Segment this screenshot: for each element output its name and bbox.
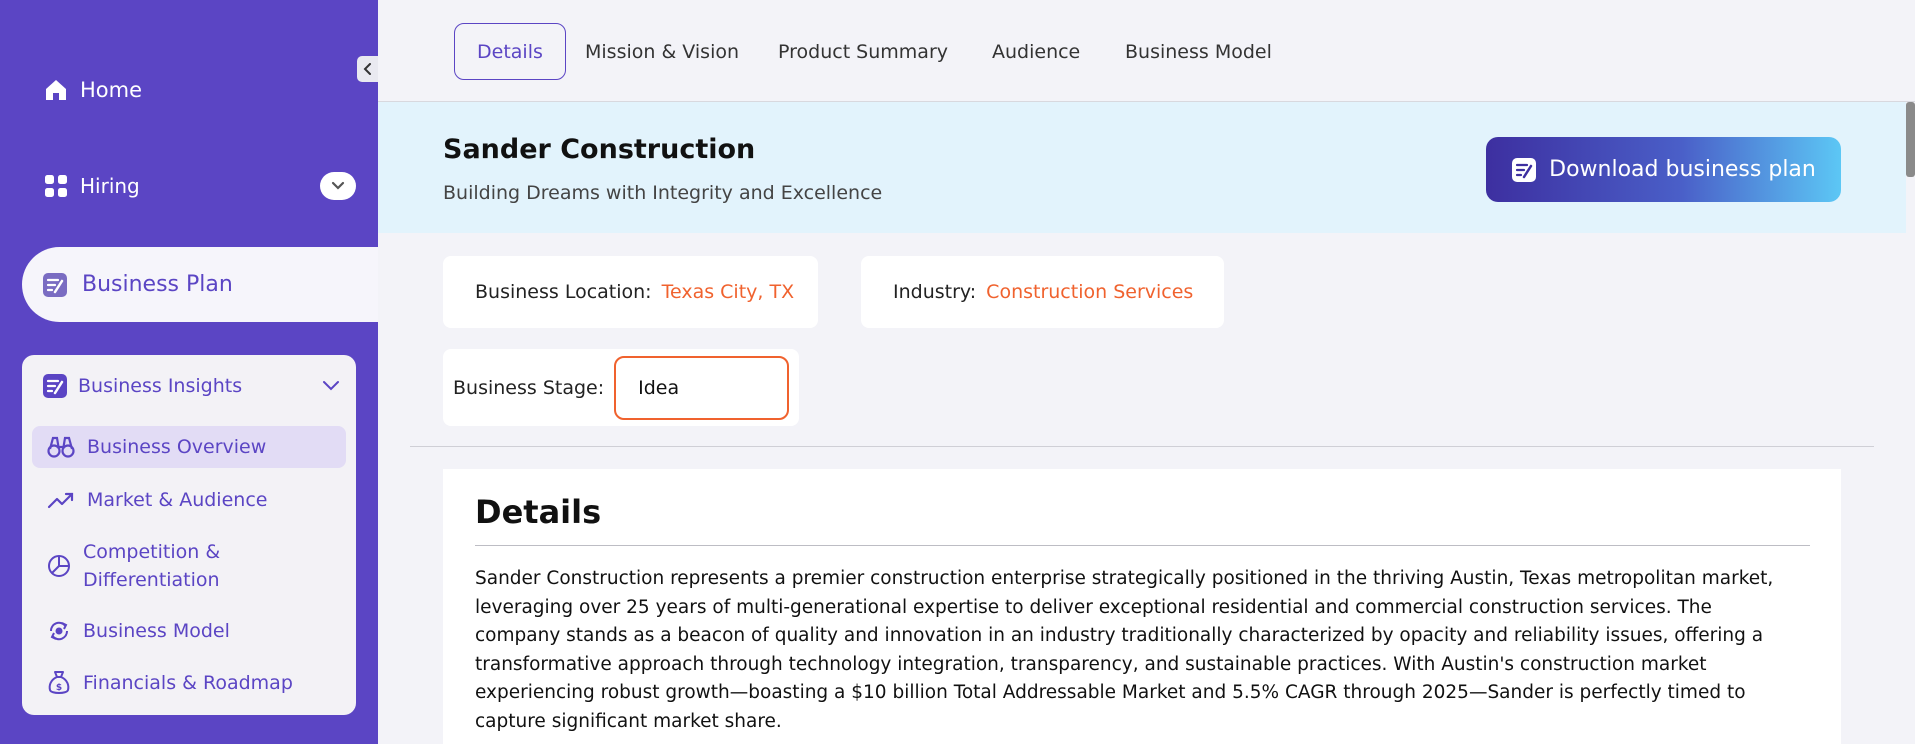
nav-business-plan-label: Business Plan <box>82 272 233 297</box>
sidebar-item-label: Financials & Roadmap <box>83 672 293 694</box>
nav-business-plan[interactable]: Business Plan <box>22 247 378 322</box>
sidebar-item-label: Business Model <box>83 620 230 642</box>
tab-audience[interactable]: Audience <box>992 23 1080 80</box>
business-plan-icon <box>42 272 68 298</box>
details-line: company stands as a beacon of quality an… <box>475 625 1764 646</box>
sidebar-item-label: Business Overview <box>87 436 267 458</box>
business-header-banner: Sander Construction Building Dreams with… <box>378 102 1906 233</box>
business-insights-panel: Business Insights Business Overview Mark… <box>22 355 356 715</box>
industry-label: Industry: <box>893 281 977 303</box>
business-plan-icon <box>42 373 68 399</box>
details-line: capture significant market share. <box>475 710 782 732</box>
business-stage-label: Business Stage: <box>453 376 605 399</box>
tab-business-model[interactable]: Business Model <box>1125 23 1272 80</box>
sidebar-item-label-line1: Competition & <box>83 541 221 563</box>
sidebar-item-label: Competition & Differentiation <box>83 538 220 594</box>
details-line: transformative approach through technolo… <box>475 653 1707 675</box>
tab-mission-vision[interactable]: Mission & Vision <box>585 23 739 80</box>
sidebar-item-competition[interactable]: Competition & Differentiation <box>32 535 346 597</box>
details-line: experiencing robust growth—boasting a $1… <box>475 682 1746 703</box>
sidebar-item-business-model[interactable]: Business Model <box>32 611 346 651</box>
details-line: leveraging over 25 years of multi-genera… <box>475 596 1712 618</box>
industry-card: Industry: Construction Services <box>861 256 1224 328</box>
scrollbar-thumb[interactable] <box>1906 102 1915 177</box>
business-insights-header[interactable]: Business Insights <box>42 373 340 399</box>
chevron-down-icon[interactable] <box>322 380 340 392</box>
svg-text:$: $ <box>56 683 62 693</box>
tab-bar: Details Mission & Vision Product Summary… <box>378 0 1915 102</box>
sidebar-item-financials-roadmap[interactable]: $ Financials & Roadmap <box>32 663 346 703</box>
nav-hiring-label: Hiring <box>80 174 140 198</box>
tab-details[interactable]: Details <box>454 23 566 80</box>
details-divider <box>475 545 1810 546</box>
nav-home-label: Home <box>80 78 143 102</box>
pie-chart-icon <box>47 554 71 578</box>
sidebar-item-business-overview[interactable]: Business Overview <box>32 426 346 468</box>
industry-value: Construction Services <box>986 281 1194 303</box>
business-stage-input[interactable]: Idea <box>614 355 790 420</box>
download-label: Download business plan <box>1549 157 1816 182</box>
details-section: Details Sander Construction represents a… <box>443 469 1841 744</box>
sidebar-item-label-line2: Differentiation <box>83 569 220 591</box>
details-heading: Details <box>475 493 602 531</box>
sidebar-item-market-audience[interactable]: Market & Audience <box>32 480 346 520</box>
download-business-plan-button[interactable]: Download business plan <box>1486 137 1841 202</box>
business-plan-icon <box>1511 157 1537 183</box>
sidebar: Home Hiring Business Plan Business Insig… <box>0 0 378 744</box>
chevron-down-icon[interactable] <box>320 172 356 200</box>
chevron-left-icon <box>363 63 373 75</box>
business-insights-label: Business Insights <box>78 375 243 397</box>
nav-hiring[interactable]: Hiring <box>44 172 356 200</box>
details-text: Sander Construction represents a premier… <box>475 565 1820 736</box>
business-location-card: Business Location: Texas City, TX <box>443 256 818 328</box>
business-location-label: Business Location: <box>475 281 652 303</box>
collapse-sidebar-button[interactable] <box>357 56 379 82</box>
business-location-value: Texas City, TX <box>661 281 795 303</box>
binoculars-icon <box>47 435 75 459</box>
trend-up-icon <box>47 490 75 510</box>
home-icon <box>44 78 68 102</box>
details-line: Sander Construction represents a premier… <box>475 568 1774 589</box>
sidebar-item-label: Market & Audience <box>87 489 268 511</box>
business-name: Sander Construction <box>443 134 756 165</box>
cycle-icon <box>47 619 71 643</box>
business-tagline: Building Dreams with Integrity and Excel… <box>443 182 883 204</box>
section-divider <box>410 446 1874 447</box>
business-stage-card: Business Stage: Idea <box>443 349 799 426</box>
tab-product-summary[interactable]: Product Summary <box>778 23 948 80</box>
money-bag-icon: $ <box>47 670 71 696</box>
grid-icon <box>44 174 68 198</box>
nav-home[interactable]: Home <box>44 78 142 102</box>
